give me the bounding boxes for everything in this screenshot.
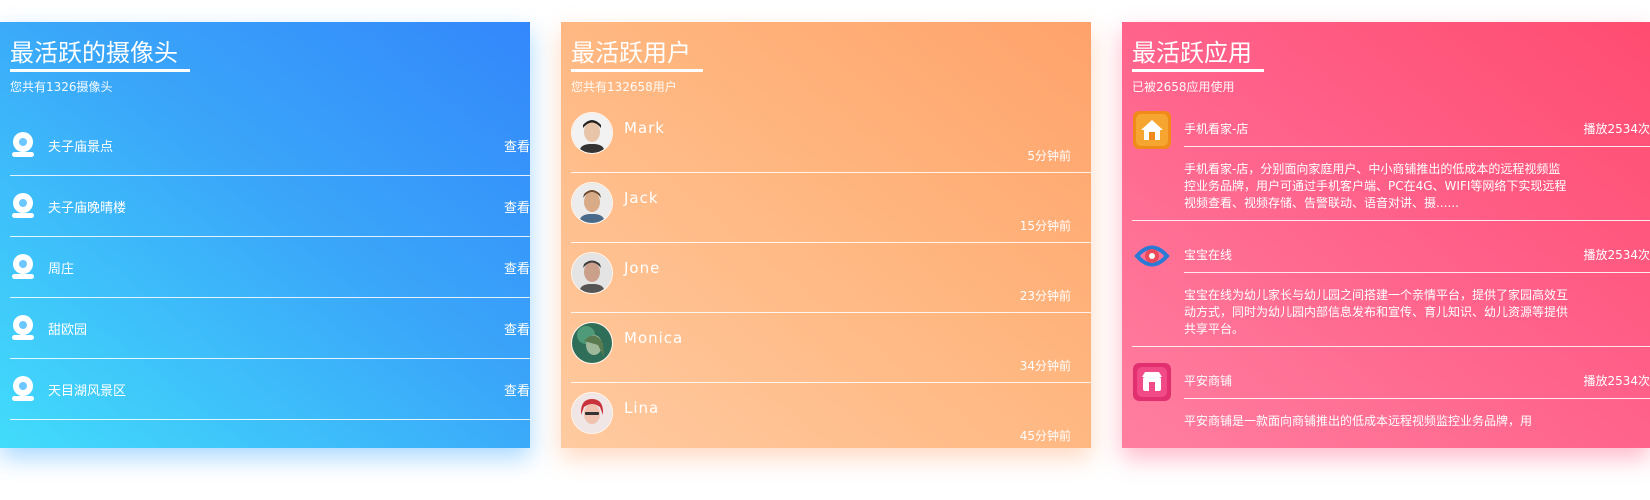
active-users-panel: 最活跃用户 您共有132658用户 Mark 5分钟前 Jack 15分钟前 J…: [561, 22, 1091, 448]
user-row[interactable]: Lina 45分钟前: [571, 383, 1091, 448]
home-app-icon: [1133, 111, 1171, 149]
user-name: Jone: [624, 259, 661, 277]
panel-subtitle: 已被2658应用使用: [1132, 80, 1235, 94]
app-description: 宝宝在线为幼儿家长与幼儿园之间搭建一个亲情平台，提供了家园高效互动方式，同时为幼…: [1184, 288, 1569, 336]
baby-online-app-icon: [1133, 237, 1171, 275]
camera-list: 夫子庙景点 查看 夫子庙晚晴楼 查看 周庄 查看 甜欧园 查看 天目湖风景区 查…: [10, 115, 530, 420]
avatar: [571, 182, 613, 224]
active-cameras-panel: 最活跃的摄像头 您共有1326摄像头 夫子庙景点 查看 夫子庙晚晴楼 查看 周庄…: [0, 22, 530, 448]
view-link[interactable]: 查看: [504, 136, 530, 155]
user-name: Lina: [624, 399, 660, 417]
panel-subtitle: 您共有132658用户: [571, 80, 677, 94]
webcam-icon: [12, 315, 34, 341]
user-list: Mark 5分钟前 Jack 15分钟前 Jone 23分钟前 Monica 3…: [571, 103, 1091, 448]
camera-name: 夫子庙景点: [48, 139, 114, 155]
camera-name: 周庄: [48, 261, 75, 277]
user-name: Mark: [624, 119, 665, 137]
panel-title: 最活跃应用: [1132, 37, 1264, 72]
play-count: 播放2534次: [1583, 122, 1650, 136]
app-item[interactable]: 宝宝在线 播放2534次 宝宝在线为幼儿家长与幼儿园之间搭建一个亲情平台，提供了…: [1132, 237, 1650, 347]
app-description: 平安商铺是一款面向商铺推出的低成本远程视频监控业务品牌，用: [1184, 414, 1533, 428]
last-active-time: 5分钟前: [1027, 149, 1071, 163]
view-link[interactable]: 查看: [504, 258, 530, 277]
camera-name: 甜欧园: [48, 322, 88, 338]
app-description: 手机看家-店，分别面向家庭用户、中小商铺推出的低成本的远程视频监控业务品牌，用户…: [1184, 162, 1567, 210]
last-active-time: 15分钟前: [1019, 219, 1071, 233]
camera-row[interactable]: 夫子庙晚晴楼 查看: [10, 176, 530, 237]
camera-row[interactable]: 天目湖风景区 查看: [10, 359, 530, 420]
view-link[interactable]: 查看: [504, 197, 530, 216]
play-count: 播放2534次: [1583, 248, 1650, 262]
user-row[interactable]: Monica 34分钟前: [571, 313, 1091, 383]
avatar: [571, 112, 613, 154]
panel-title: 最活跃用户: [571, 37, 703, 72]
user-row[interactable]: Jack 15分钟前: [571, 173, 1091, 243]
panel-subtitle: 您共有1326摄像头: [10, 80, 113, 94]
play-count: 播放2534次: [1583, 374, 1650, 388]
camera-row[interactable]: 甜欧园 查看: [10, 298, 530, 359]
avatar: [571, 322, 613, 364]
shop-app-icon: [1133, 363, 1171, 401]
webcam-icon: [12, 132, 34, 158]
user-name: Jack: [624, 189, 659, 207]
active-apps-panel: 最活跃应用 已被2658应用使用 手机看家-店 播放2534次 手机看家-店，分…: [1122, 22, 1650, 448]
webcam-icon: [12, 193, 34, 219]
camera-row[interactable]: 周庄 查看: [10, 237, 530, 298]
app-list: 手机看家-店 播放2534次 手机看家-店，分别面向家庭用户、中小商铺推出的低成…: [1132, 111, 1650, 438]
avatar: [571, 392, 613, 434]
view-link[interactable]: 查看: [504, 380, 530, 399]
webcam-icon: [12, 376, 34, 402]
app-item[interactable]: 手机看家-店 播放2534次 手机看家-店，分别面向家庭用户、中小商铺推出的低成…: [1132, 111, 1650, 221]
app-name: 宝宝在线: [1184, 248, 1233, 262]
app-item[interactable]: 平安商铺 播放2534次 平安商铺是一款面向商铺推出的低成本远程视频监控业务品牌…: [1132, 363, 1650, 438]
user-name: Monica: [624, 329, 684, 347]
user-row[interactable]: Jone 23分钟前: [571, 243, 1091, 313]
webcam-icon: [12, 254, 34, 280]
last-active-time: 34分钟前: [1019, 359, 1071, 373]
view-link[interactable]: 查看: [504, 319, 530, 338]
camera-row[interactable]: 夫子庙景点 查看: [10, 115, 530, 176]
user-row[interactable]: Mark 5分钟前: [571, 103, 1091, 173]
last-active-time: 23分钟前: [1019, 289, 1071, 303]
camera-name: 夫子庙晚晴楼: [48, 200, 127, 216]
avatar: [571, 252, 613, 294]
panel-title: 最活跃的摄像头: [10, 37, 190, 72]
last-active-time: 45分钟前: [1019, 429, 1071, 443]
app-name: 平安商铺: [1184, 374, 1233, 388]
camera-name: 天目湖风景区: [48, 383, 127, 399]
app-name: 手机看家-店: [1184, 122, 1249, 136]
